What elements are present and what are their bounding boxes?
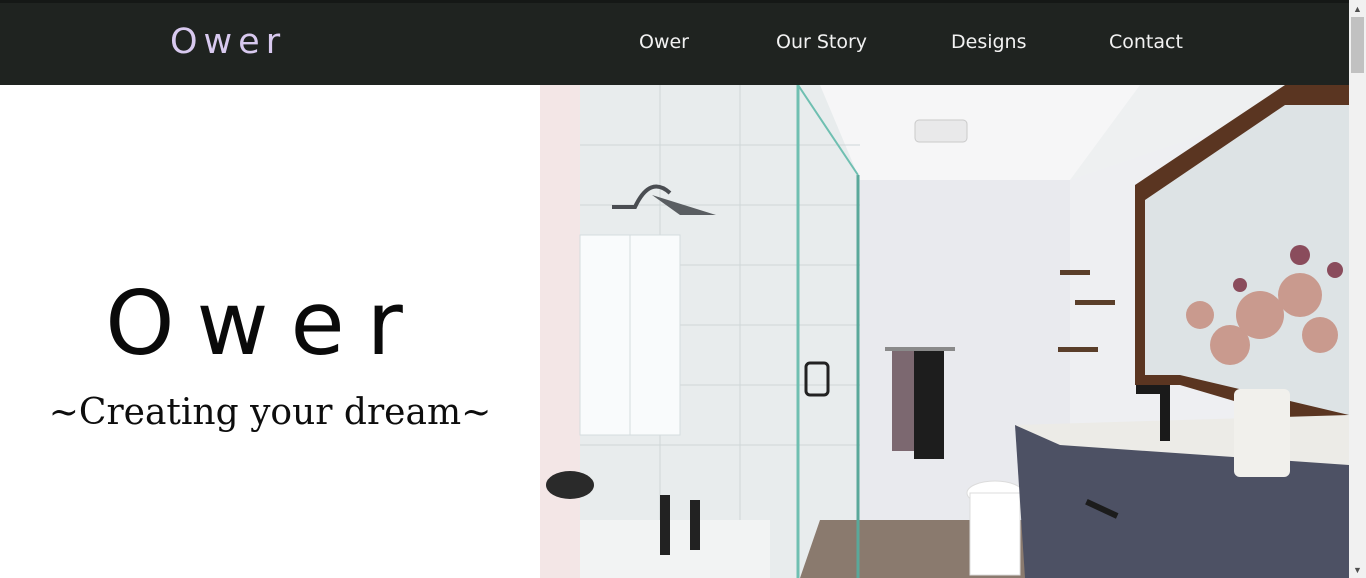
nav-link-ower[interactable]: Ower (639, 31, 689, 53)
nav-link-designs[interactable]: Designs (951, 31, 1027, 53)
nav-link-our-story[interactable]: Our Story (776, 31, 867, 53)
hero-bathroom-image (540, 85, 1349, 578)
header-top-strip (0, 0, 1349, 3)
chevron-down-icon[interactable]: ▼ (1349, 561, 1366, 578)
chevron-up-icon[interactable]: ▲ (1349, 0, 1366, 17)
hero-subtitle: ~Creating your dream~ (48, 392, 492, 433)
hero-title: Ower (105, 272, 425, 375)
vertical-scrollbar[interactable] (1349, 0, 1366, 578)
hero-text-panel: Ower ~Creating your dream~ (0, 85, 540, 578)
nav-link-contact[interactable]: Contact (1109, 31, 1183, 53)
scrollbar-thumb[interactable] (1351, 17, 1364, 73)
site-logo[interactable]: Ower (170, 22, 286, 62)
site-header: Ower Ower Our Story Designs Contact (0, 0, 1349, 85)
